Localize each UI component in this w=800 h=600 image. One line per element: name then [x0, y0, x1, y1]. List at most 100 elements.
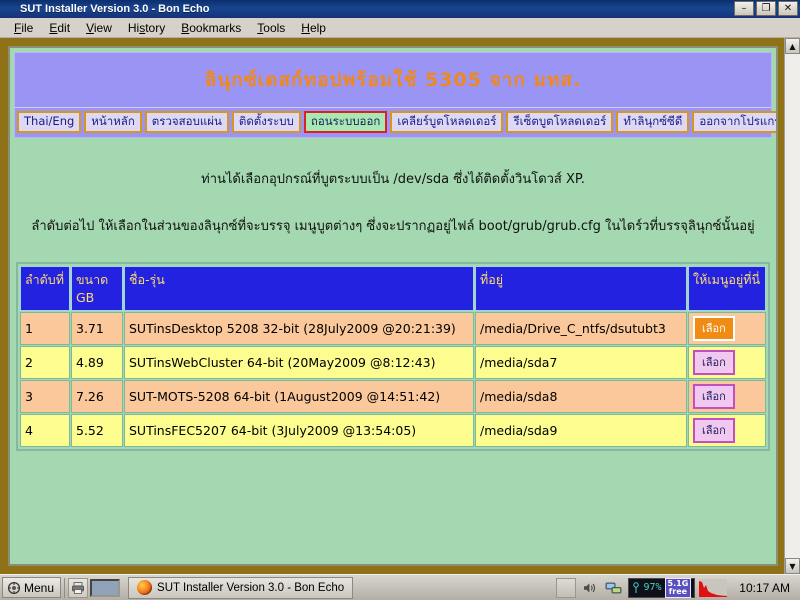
menu-item-file[interactable]: File	[6, 19, 41, 37]
nav-button-uninstall[interactable]: ถอนระบบออก	[303, 111, 388, 134]
instruction-paragraph-2: ลำดับต่อไป ให้เลือกในส่วนของลินุกซ์ที่จะ…	[31, 219, 755, 235]
cpu-icon	[633, 581, 640, 593]
taskbar-separator	[64, 577, 66, 598]
cell-size: 5.52	[71, 414, 123, 448]
firefox-icon	[137, 580, 153, 595]
cell-size: 4.89	[71, 346, 123, 380]
instruction-text: ท่านได้เลือกอุปกรณ์ที่บูตระบบเป็น /dev/s…	[10, 138, 776, 236]
menu-label-view: iew	[93, 20, 112, 35]
speaker-icon[interactable]	[580, 578, 600, 598]
cell-size: 7.26	[71, 380, 123, 414]
disk-table: ลำดับที่ ขนาด GB ชื่อ-รุ่น ที่อยู่ ให้เม…	[19, 265, 767, 448]
menu-item-history[interactable]: History	[120, 19, 173, 37]
select-button[interactable]: เลือก	[693, 384, 735, 410]
nav-button-clear-bootloader[interactable]: เคลียร์บูตโหลดเดอร์	[390, 111, 504, 134]
table-row[interactable]: 1 3.71 SUTinsDesktop 5208 32-bit (28July…	[20, 312, 766, 346]
nav-button-reset-bootloader[interactable]: รีเซ็ตบูตโหลดเดอร์	[506, 111, 614, 134]
menu-item-edit[interactable]: Edit	[41, 19, 78, 37]
page-banner: ลินุกซ์เดสก์ทอปพร้อมใช้ 5305 จาก มทส. Th…	[14, 52, 776, 139]
menu-label-file: ile	[21, 20, 34, 35]
cell-name: SUTinsFEC5207 64-bit (3July2009 @13:54:0…	[124, 414, 474, 448]
cpu-graph	[699, 578, 728, 597]
nav-button-home[interactable]: หน้าหลัก	[84, 111, 142, 134]
cell-no: 2	[20, 346, 70, 380]
table-header-row: ลำดับที่ ขนาด GB ชื่อ-รุ่น ที่อยู่ ให้เม…	[20, 266, 766, 312]
printer-icon[interactable]	[68, 577, 89, 598]
select-button[interactable]: เลือก	[693, 350, 735, 376]
table-header-path: ที่อยู่	[475, 266, 687, 312]
page-title: ลินุกซ์เดสก์ทอปพร้อมใช้ 5305 จาก มทส.	[204, 69, 582, 91]
cell-action: เลือก	[688, 414, 766, 448]
memory-indicator: 5.1G free	[664, 577, 692, 598]
select-button[interactable]: เลือก	[693, 316, 735, 342]
task-list: SUT Installer Version 3.0 - Bon Echo	[128, 576, 556, 599]
table-row[interactable]: 2 4.89 SUTinsWebCluster 64-bit (20May200…	[20, 346, 766, 380]
browser-viewport: ลินุกซ์เดสก์ทอปพร้อมใช้ 5305 จาก มทส. Th…	[0, 38, 800, 574]
maximize-button[interactable]: ❐	[756, 1, 776, 16]
select-button[interactable]: เลือก	[693, 418, 735, 444]
nav-button-make-linux-cd[interactable]: ทำลินุกซ์ซีดี	[616, 111, 690, 134]
cell-name: SUTinsWebCluster 64-bit (20May2009 @8:12…	[124, 346, 474, 380]
cell-action: เลือก	[688, 380, 766, 414]
menu-item-bookmarks[interactable]: Bookmarks	[173, 19, 249, 37]
cell-name: SUTinsDesktop 5208 32-bit (28July2009 @2…	[124, 312, 474, 346]
table-body: 1 3.71 SUTinsDesktop 5208 32-bit (28July…	[20, 312, 766, 448]
minimize-button[interactable]: –	[734, 1, 754, 16]
title-bar: SUT Installer Version 3.0 - Bon Echo – ❐…	[0, 0, 800, 18]
cell-no: 4	[20, 414, 70, 448]
page-content: ลินุกซ์เดสก์ทอปพร้อมใช้ 5305 จาก มทส. Th…	[8, 46, 778, 566]
cell-path: /media/sda7	[475, 346, 687, 380]
start-menu-label: Menu	[24, 580, 55, 595]
menu-icon	[7, 581, 21, 594]
menu-bar: File Edit View History Bookmarks Tools H…	[0, 18, 800, 38]
cell-no: 3	[20, 380, 70, 414]
table-header-no: ลำดับที่	[20, 266, 70, 312]
cell-path: /media/sda8	[475, 380, 687, 414]
cell-action: เลือก	[688, 312, 766, 346]
browser-window: SUT Installer Version 3.0 - Bon Echo – ❐…	[0, 0, 800, 574]
scroll-up-icon[interactable]: ▲	[785, 38, 800, 54]
table-header-action: ให้เมนูอยู่ที่นี่	[688, 266, 766, 312]
workspace-pager[interactable]	[90, 578, 121, 597]
taskbar-window-label: SUT Installer Version 3.0 - Bon Echo	[157, 581, 345, 594]
menu-item-view[interactable]: View	[78, 19, 120, 37]
clock: 10:17 AM	[739, 580, 790, 595]
table-header-size: ขนาด GB	[71, 266, 123, 312]
cell-size: 3.71	[71, 312, 123, 346]
table-row[interactable]: 4 5.52 SUTinsFEC5207 64-bit (3July2009 @…	[20, 414, 766, 448]
nav-bar: Thai/Eng หน้าหลัก ตรวจสอบแผ่น ติดตั้งระบ…	[15, 107, 776, 138]
menu-item-help[interactable]: Help	[293, 19, 334, 37]
system-tray: 97% 5.1G free 10:17 AM	[556, 577, 798, 599]
close-button[interactable]: ✕	[778, 1, 798, 16]
network-icon[interactable]	[604, 578, 624, 598]
nav-button-exit-program[interactable]: ออกจากโปรแกรม	[692, 111, 776, 134]
scroll-down-icon[interactable]: ▼	[785, 558, 800, 574]
window-controls: – ❐ ✕	[734, 1, 798, 16]
table-header-name: ชื่อ-รุ่น	[124, 266, 474, 312]
menu-label-edit: dit	[57, 20, 71, 35]
web-page: ลินุกซ์เดสก์ทอปพร้อมใช้ 5305 จาก มทส. Th…	[0, 38, 784, 574]
instruction-paragraph-1: ท่านได้เลือกอุปกรณ์ที่บูตระบบเป็น /dev/s…	[201, 172, 585, 188]
disk-table-container: ลำดับที่ ขนาด GB ชื่อ-รุ่น ที่อยู่ ให้เม…	[16, 262, 770, 452]
window-title: SUT Installer Version 3.0 - Bon Echo	[20, 3, 210, 15]
cell-name: SUT-MOTS-5208 64-bit (1August2009 @14:51…	[124, 380, 474, 414]
nav-button-thai-eng[interactable]: Thai/Eng	[17, 111, 82, 134]
vertical-scrollbar[interactable]: ▲ ▼	[784, 38, 800, 574]
nav-button-install[interactable]: ติดตั้งระบบ	[231, 111, 301, 134]
cell-action: เลือก	[688, 346, 766, 380]
cpu-usage-label: 97%	[643, 582, 662, 593]
firefox-icon	[3, 3, 16, 16]
scrollbar-track[interactable]	[785, 54, 800, 558]
tray-blank-cell	[556, 577, 577, 598]
cell-no: 1	[20, 312, 70, 346]
system-monitor: 97% 5.1G free	[628, 577, 696, 598]
memory-free-label: free	[668, 586, 688, 596]
table-row[interactable]: 3 7.26 SUT-MOTS-5208 64-bit (1August2009…	[20, 380, 766, 414]
table-head: ลำดับที่ ขนาด GB ชื่อ-รุ่น ที่อยู่ ให้เม…	[20, 266, 766, 312]
start-menu-button[interactable]: Menu	[2, 577, 62, 598]
menu-item-tools[interactable]: Tools	[249, 19, 293, 37]
taskbar-window-button[interactable]: SUT Installer Version 3.0 - Bon Echo	[128, 576, 354, 599]
taskbar: Menu SUT Installer Version 3.0 - Bon Ech…	[0, 574, 800, 600]
cell-path: /media/sda9	[475, 414, 687, 448]
nav-button-check-disc[interactable]: ตรวจสอบแผ่น	[144, 111, 229, 134]
